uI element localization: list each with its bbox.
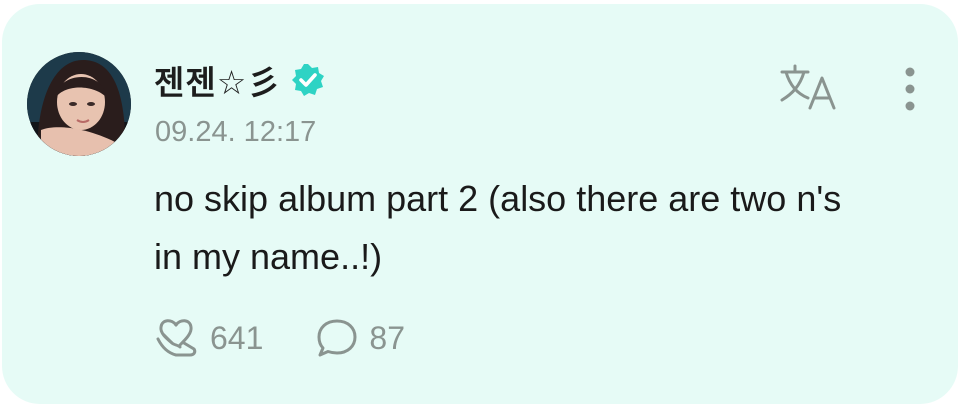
heart-hug-icon [156,319,197,357]
comment-count: 87 [369,319,405,356]
like-count: 641 [210,319,264,356]
avatar-image [27,52,131,156]
avatar[interactable] [27,52,131,156]
author-name[interactable]: 젠젠☆彡 [154,56,281,104]
translate-icon[interactable] [778,62,840,114]
comment-bubble-icon [317,319,357,357]
post-timestamp: 09.24. 12:17 [155,116,317,148]
post-card: 젠젠☆彡 09.24. 12:17 no skip album part 2 (… [2,4,958,404]
post-text: no skip album part 2 (also there are two… [154,178,842,277]
more-vertical-icon[interactable] [896,64,924,116]
post-stats: 641 87 [154,314,457,362]
like-button[interactable]: 641 [154,317,263,359]
verified-badge-icon [292,64,325,96]
comment-button[interactable]: 87 [315,317,405,359]
author-row: 젠젠☆彡 [154,56,325,104]
